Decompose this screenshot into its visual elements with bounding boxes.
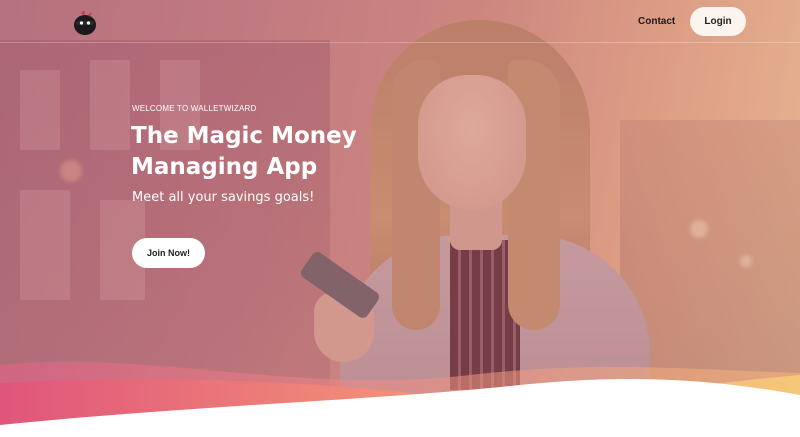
ninja-logo-icon[interactable] (72, 8, 98, 36)
hero-headline: The Magic Money Managing App (131, 121, 391, 183)
login-button[interactable]: Login (690, 7, 746, 36)
hero-eyebrow: WELCOME TO WALLETWIZARD (132, 104, 257, 113)
hero-subheadline: Meet all your savings goals! (132, 190, 315, 205)
hero-headline-line2: Managing App (131, 154, 318, 180)
hero-headline-line1: The Magic Money (131, 123, 357, 149)
join-now-button[interactable]: Join Now! (132, 238, 205, 268)
nav-contact-link[interactable]: Contact (638, 12, 675, 32)
decorative-wave (0, 361, 800, 437)
header-divider (0, 42, 800, 43)
